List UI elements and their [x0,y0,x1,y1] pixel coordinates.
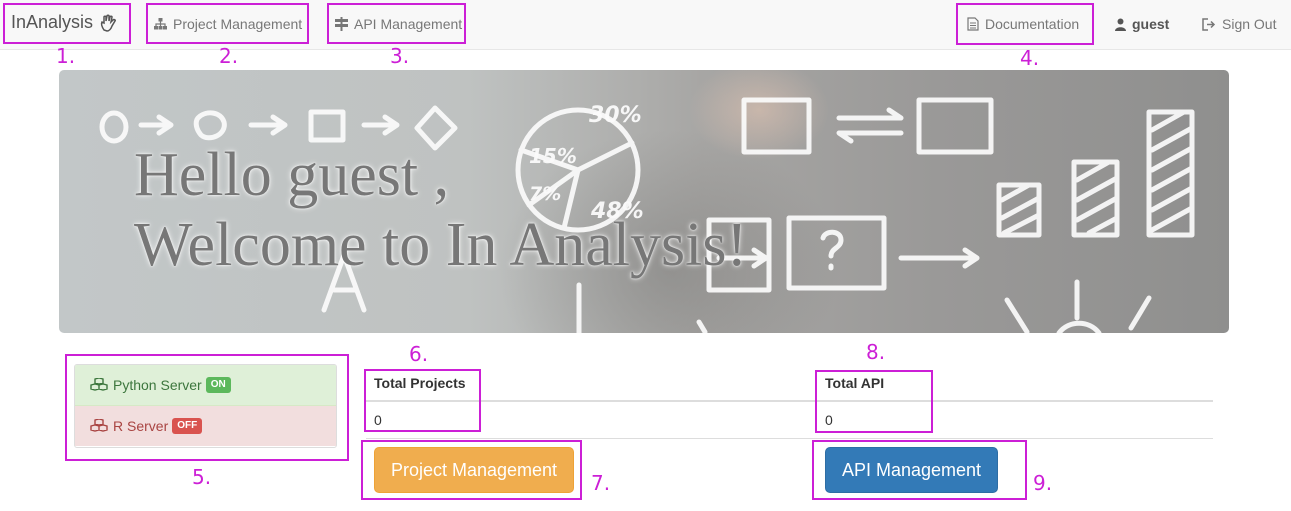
stats-header-divider [366,400,1213,402]
hero-greeting: Hello guest , [134,141,450,209]
hero-heading: Hello guest , Welcome to In Analysis! [134,140,747,280]
annotation-number-9: 9. [1033,471,1053,495]
annotation-box-3 [327,3,466,44]
hero-banner: 30% 15% 7% 48% Hello guest , Welcome to … [59,70,1229,333]
annotation-number-7: 7. [591,471,611,495]
sign-out-icon [1202,17,1216,31]
annotation-box-8 [815,370,933,433]
annotation-number-8: 8. [866,340,886,364]
annotation-box-1 [3,3,131,44]
nav-user[interactable]: guest [1115,16,1169,32]
user-icon [1115,18,1126,31]
annotation-box-4 [956,3,1094,45]
pie-label-30: 30% [589,103,642,128]
hero-welcome: Welcome to In Analysis! [134,211,748,279]
stats-row-divider [366,438,1213,439]
nav-sign-out[interactable]: Sign Out [1202,16,1276,32]
annotation-box-5 [65,354,349,461]
nav-user-label: guest [1132,16,1170,32]
annotation-box-9 [812,440,1027,500]
annotation-number-6: 6. [409,342,429,366]
annotation-number-1: 1. [56,44,76,68]
nav-sign-out-label: Sign Out [1222,16,1277,32]
annotation-number-3: 3. [390,44,410,68]
annotation-number-5: 5. [192,465,212,489]
annotation-box-6 [364,369,481,432]
annotation-number-4: 4. [1020,46,1040,70]
annotation-number-2: 2. [219,44,239,68]
annotation-box-7 [361,440,582,500]
annotation-box-2 [146,3,309,44]
